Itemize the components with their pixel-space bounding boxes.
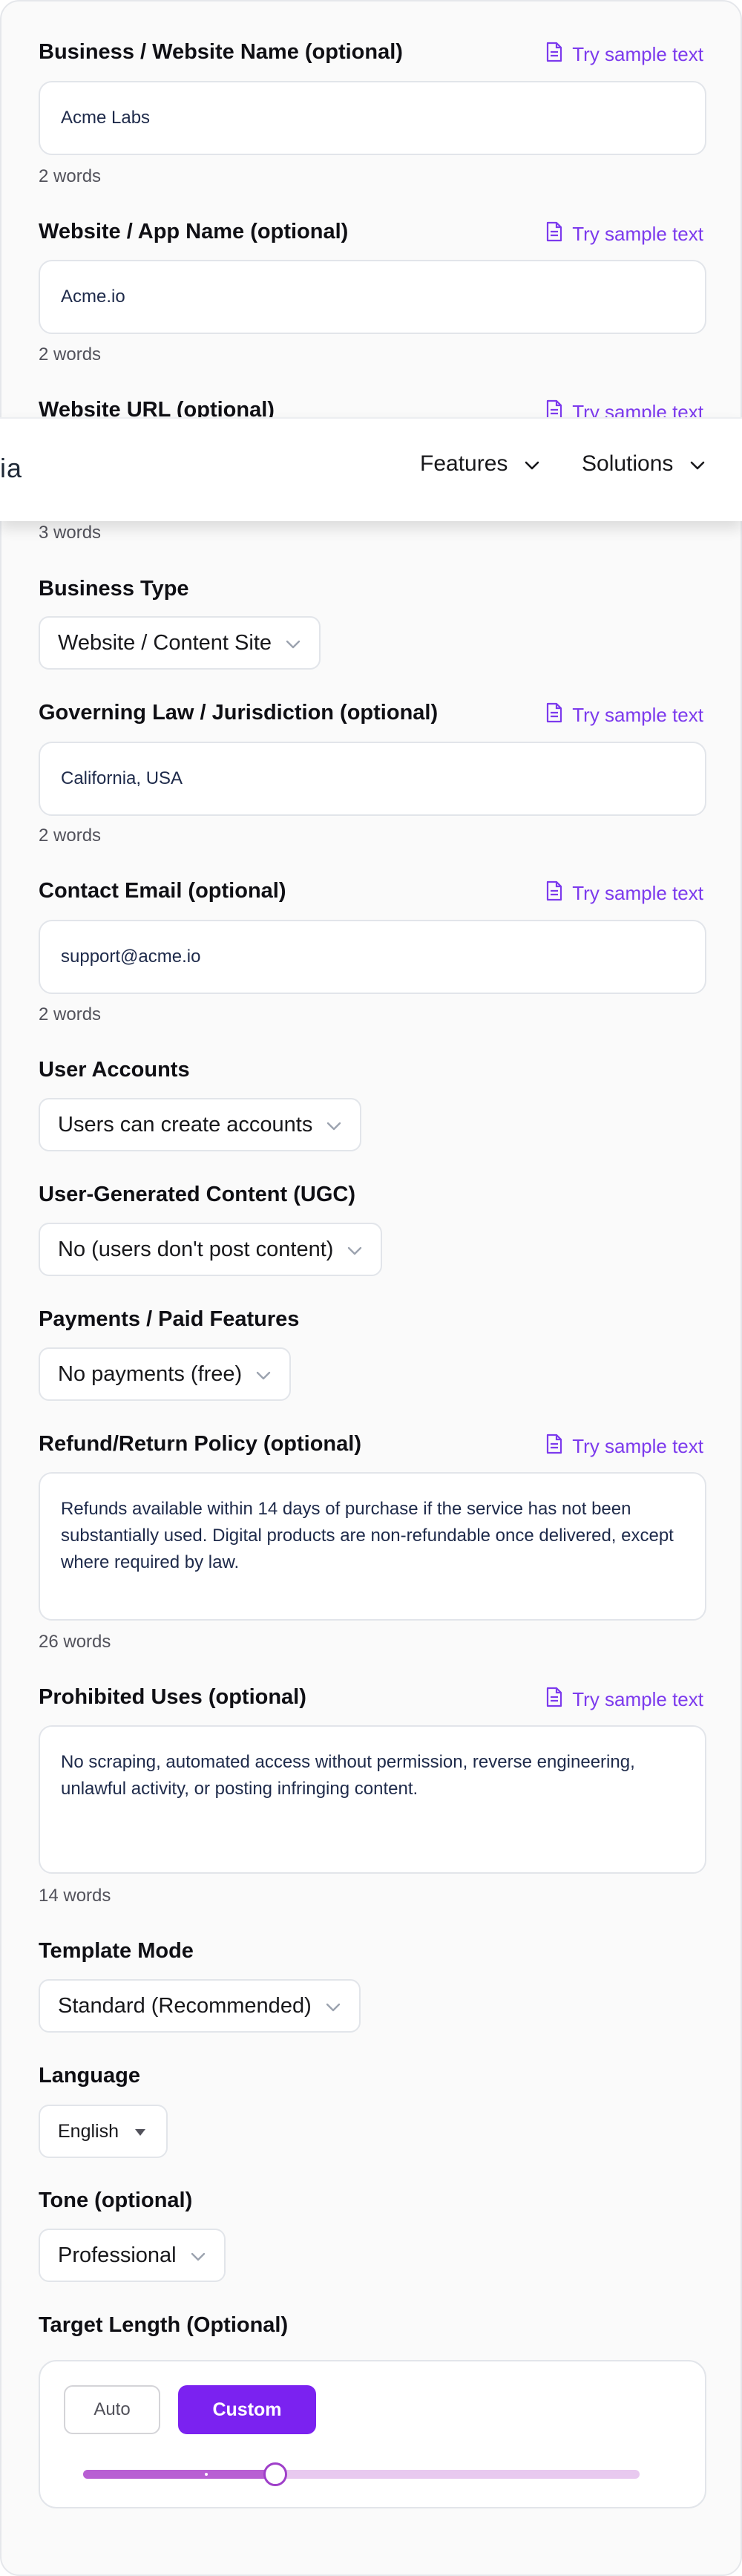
auto-button[interactable]: Auto (64, 2385, 160, 2434)
document-icon (545, 221, 563, 247)
chevron-down-icon (190, 2243, 206, 2268)
refund-policy-label: Refund/Return Policy (optional) (39, 1432, 361, 1456)
governing-law-sample-link[interactable]: Try sample text (545, 702, 703, 728)
business-type-select[interactable]: Website / Content Site (39, 616, 321, 670)
document-icon (545, 42, 563, 68)
slider-fill (83, 2470, 275, 2479)
business-name-word-count: 2 words (39, 166, 102, 186)
contact-email-label: Contact Email (optional) (39, 879, 286, 903)
business-name-input[interactable]: Acme Labs (39, 81, 706, 155)
language-select[interactable]: English (39, 2105, 168, 2158)
brand-logo-fragment[interactable]: ia (0, 453, 22, 484)
sample-link-label: Try sample text (572, 882, 703, 904)
chevron-down-icon (347, 1238, 363, 1262)
language-label: Language (39, 2064, 140, 2088)
prohibited-uses-label: Prohibited Uses (optional) (39, 1685, 306, 1709)
select-value: Professional (58, 2243, 177, 2267)
sample-link-label: Try sample text (572, 43, 703, 65)
user-accounts-select[interactable]: Users can create accounts (39, 1098, 362, 1151)
template-mode-select[interactable]: Standard (Recommended) (39, 1979, 361, 2033)
select-value: Website / Content Site (58, 630, 272, 655)
refund-policy-word-count: 26 words (39, 1632, 111, 1652)
sample-link-label: Try sample text (572, 1688, 703, 1710)
refund-policy-sample-link[interactable]: Try sample text (545, 1434, 703, 1459)
chevron-down-icon (325, 1994, 341, 2018)
payments-select[interactable]: No payments (free) (39, 1347, 292, 1401)
slider-tick (205, 2473, 208, 2476)
contact-email-input[interactable]: support@acme.io (39, 920, 706, 994)
document-icon (545, 880, 563, 906)
chevron-down-icon (689, 451, 706, 477)
select-value: Standard (Recommended) (58, 1993, 312, 2018)
tone-label: Tone (optional) (39, 2188, 193, 2212)
select-value: No (users don't post content) (58, 1237, 334, 1261)
contact-email-word-count: 2 words (39, 1004, 102, 1024)
nav-item-label: Features (420, 451, 508, 476)
tone-select[interactable]: Professional (39, 2229, 226, 2282)
nav-item-features[interactable]: Features (420, 451, 540, 477)
select-value: English (58, 2120, 119, 2142)
chevron-down-icon (255, 1362, 272, 1387)
contact-email-sample-link[interactable]: Try sample text (545, 880, 703, 906)
select-value: No payments (free) (58, 1361, 243, 1386)
top-navigation-bar: ia Features Solutions (0, 417, 742, 521)
refund-policy-textarea[interactable]: Refunds available within 14 days of purc… (39, 1472, 706, 1621)
sample-link-label: Try sample text (572, 1435, 703, 1457)
select-value: Users can create accounts (58, 1112, 313, 1137)
ugc-label: User-Generated Content (UGC) (39, 1183, 355, 1206)
governing-law-input[interactable]: California, USA (39, 742, 706, 816)
document-icon (545, 1687, 563, 1713)
custom-button[interactable]: Custom (178, 2385, 316, 2434)
chevron-down-icon (524, 451, 540, 477)
chevron-down-icon (326, 1113, 342, 1137)
form-card: Business / Website Name (optional) Try s… (0, 0, 742, 2576)
ugc-select[interactable]: No (users don't post content) (39, 1223, 383, 1276)
sample-link-label: Try sample text (572, 223, 703, 245)
slider-thumb[interactable] (263, 2462, 287, 2486)
website-url-word-count: 3 words (39, 523, 102, 543)
business-type-label: Business Type (39, 577, 189, 601)
chevron-down-icon (285, 631, 301, 656)
user-accounts-label: User Accounts (39, 1058, 190, 1082)
app-name-label: Website / App Name (optional) (39, 220, 349, 243)
target-length-label: Target Length (Optional) (39, 2313, 289, 2337)
sample-link-label: Try sample text (572, 704, 703, 726)
nav-item-solutions[interactable]: Solutions (582, 451, 706, 477)
target-length-card: Auto Custom (39, 2360, 706, 2508)
prohibited-uses-textarea[interactable]: No scraping, automated access without pe… (39, 1725, 706, 1874)
nav-item-label: Solutions (582, 451, 674, 476)
document-icon (545, 702, 563, 728)
prohibited-uses-sample-link[interactable]: Try sample text (545, 1687, 703, 1713)
business-name-label: Business / Website Name (optional) (39, 40, 403, 64)
governing-law-word-count: 2 words (39, 826, 102, 846)
length-slider[interactable] (83, 2462, 640, 2486)
app-name-word-count: 2 words (39, 344, 102, 365)
prohibited-uses-word-count: 14 words (39, 1886, 111, 1906)
document-icon (545, 1434, 563, 1459)
business-name-sample-link[interactable]: Try sample text (545, 42, 703, 68)
template-mode-label: Template Mode (39, 1939, 194, 1963)
app-name-input[interactable]: Acme.io (39, 260, 706, 334)
caret-down-icon (132, 2121, 148, 2142)
app-name-sample-link[interactable]: Try sample text (545, 221, 703, 247)
payments-label: Payments / Paid Features (39, 1307, 300, 1331)
governing-law-label: Governing Law / Jurisdiction (optional) (39, 701, 439, 725)
